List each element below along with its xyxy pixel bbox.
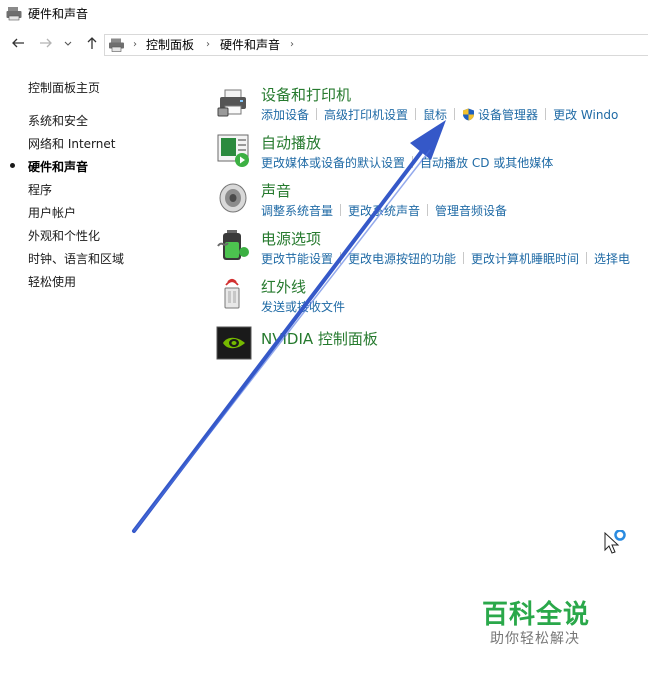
chevron-down-icon[interactable] [62,36,74,54]
category-links: 更改节能设置 更改电源按钮的功能 更改计算机睡眠时间 选择电 [261,250,630,267]
link-divider [340,252,342,264]
category-links: 发送或接收文件 [261,298,345,315]
category-title[interactable]: 电源选项 [261,228,321,249]
watermark-title: 百科全说 [482,600,591,630]
speaker-icon [219,183,247,213]
category-title[interactable]: 红外线 [261,276,306,297]
up-arrow-icon[interactable] [84,36,100,54]
sidebar-item-hardware-sound[interactable]: 硬件和声音 [28,158,88,175]
shield-icon [462,108,475,121]
link-advanced-printer-settings[interactable]: 高级打印机设置 [324,108,408,122]
mouse-cursor-icon [604,530,626,554]
chevron-right-icon: › [133,39,137,50]
link-send-receive-files[interactable]: 发送或接收文件 [261,300,345,314]
autoplay-icon [217,134,249,167]
link-divider [316,108,318,120]
sidebar-item-user-accounts[interactable]: 用户帐户 [28,204,76,221]
category-title[interactable]: NVIDIA 控制面板 [261,328,378,349]
sidebar-item-system-security[interactable]: 系统和安全 [28,112,88,129]
sidebar-item-network[interactable]: 网络和 Internet [28,135,115,152]
sidebar-item-clock-region[interactable]: 时钟、语言和区域 [28,250,124,267]
category-links: 调整系统音量 更改系统声音 管理音频设备 [261,202,507,219]
active-indicator [10,163,15,168]
link-divider [415,108,417,120]
link-device-manager[interactable]: 设备管理器 [478,108,538,122]
category-title[interactable]: 声音 [261,180,291,201]
link-divider [545,108,547,120]
category-links: 更改媒体或设备的默认设置 自动播放 CD 或其他媒体 [261,154,553,171]
battery-icon [217,230,249,260]
link-divider [427,204,429,216]
sidebar-item-home[interactable]: 控制面板主页 [28,79,100,96]
sidebar-item-appearance[interactable]: 外观和个性化 [28,227,100,244]
link-change-system-sounds[interactable]: 更改系统声音 [348,204,420,218]
window-title: 硬件和声音 [28,7,89,21]
link-divider [454,108,456,120]
link-change-windows[interactable]: 更改 Windo [553,108,618,122]
link-divider [412,156,414,168]
link-choose-power[interactable]: 选择电 [594,252,630,266]
breadcrumb-hardware-sound[interactable]: 硬件和声音 [220,37,280,53]
infrared-icon [224,278,240,309]
link-mouse[interactable]: 鼠标 [423,108,447,122]
chevron-right-icon: › [206,39,210,50]
link-divider [463,252,465,264]
link-sleep-time[interactable]: 更改计算机睡眠时间 [471,252,579,266]
control-panel-icon [6,7,22,21]
link-manage-audio-devices[interactable]: 管理音频设备 [435,204,507,218]
category-title[interactable]: 自动播放 [261,132,321,153]
watermark: 百科全说 助你轻松解决 [460,580,622,658]
nvidia-icon [216,326,252,360]
breadcrumb-control-panel[interactable]: 控制面板 [146,37,194,53]
back-arrow-icon[interactable] [10,36,26,54]
link-adjust-volume[interactable]: 调整系统音量 [261,204,333,218]
link-divider [340,204,342,216]
category-links: 添加设备 高级打印机设置 鼠标 设备管理器 更改 Windo [261,106,618,123]
forward-arrow-icon[interactable] [38,36,54,54]
title-bar: 硬件和声音 [0,0,648,28]
address-bar[interactable]: › 控制面板 › 硬件和声音 › [104,34,648,56]
chevron-right-icon: › [290,39,294,50]
category-title[interactable]: 设备和打印机 [261,84,351,105]
link-autoplay-cd[interactable]: 自动播放 CD 或其他媒体 [420,156,553,170]
link-divider [586,252,588,264]
link-change-power-saving[interactable]: 更改节能设置 [261,252,333,266]
sidebar-item-programs[interactable]: 程序 [28,181,52,198]
control-panel-icon [109,38,124,52]
link-change-default-media[interactable]: 更改媒体或设备的默认设置 [261,156,405,170]
watermark-subtitle: 助你轻松解决 [490,631,580,647]
navigation-bar: › 控制面板 › 硬件和声音 › [0,32,648,58]
printer-icon [217,89,246,117]
link-power-button-function[interactable]: 更改电源按钮的功能 [348,252,456,266]
link-add-device[interactable]: 添加设备 [261,108,309,122]
sidebar-item-ease-of-access[interactable]: 轻松使用 [28,273,76,290]
